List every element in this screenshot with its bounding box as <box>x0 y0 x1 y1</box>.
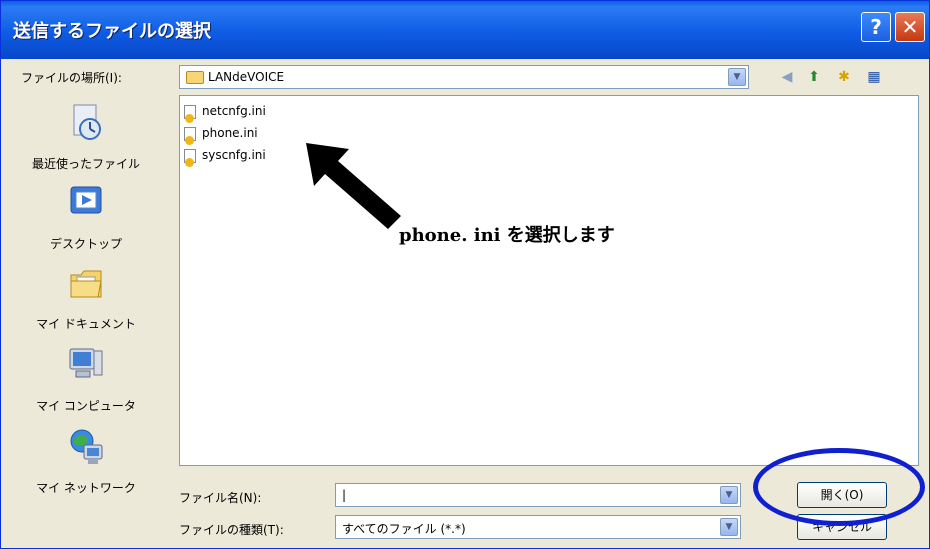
ini-file-icon <box>184 149 196 167</box>
chevron-down-icon[interactable]: ▼ <box>720 518 738 536</box>
new-folder-icon[interactable]: ✱ <box>834 68 854 86</box>
chevron-down-icon[interactable]: ▼ <box>720 486 738 504</box>
places-bar: 最近使ったファイル デスクトップ マイ ドキュメント マイ コンピュータ マイ … <box>1 93 171 548</box>
place-label: 最近使ったファイル <box>31 157 140 171</box>
file-name-value: | <box>342 488 347 502</box>
my-computer-icon <box>69 348 103 378</box>
file-open-dialog: 送信するファイルの選択 ? ✕ ファイルの場所(I): LANdeVOICE ▼… <box>0 0 930 549</box>
ini-file-icon <box>184 127 196 145</box>
chevron-down-icon[interactable]: ▼ <box>728 68 746 86</box>
dialog-title: 送信するファイルの選択 <box>13 21 211 42</box>
file-list[interactable]: netcnfg.ini phone.ini syscnfg.ini <box>179 95 919 466</box>
title-bar[interactable]: 送信するファイルの選択 ? ✕ <box>1 1 929 59</box>
back-icon[interactable]: ◀ <box>777 68 797 86</box>
place-my-computer[interactable]: マイ コンピュータ <box>1 345 171 425</box>
views-menu-icon[interactable]: ▦ <box>864 68 884 86</box>
file-type-value: すべてのファイル (*.*) <box>342 522 466 536</box>
up-folder-icon[interactable]: ⬆ <box>804 68 824 86</box>
file-name-input[interactable]: | ▼ <box>335 483 741 507</box>
file-name-label: ファイル名(N): <box>179 491 262 505</box>
close-button[interactable]: ✕ <box>895 12 925 42</box>
annotation-circle <box>753 448 925 526</box>
place-label: デスクトップ <box>49 237 122 251</box>
file-type-select[interactable]: すべてのファイル (*.*) ▼ <box>335 515 741 539</box>
place-label: マイ ネットワーク <box>36 481 136 495</box>
file-name: phone.ini <box>202 126 258 140</box>
file-type-label: ファイルの種類(T): <box>179 523 284 537</box>
look-in-row: ファイルの場所(I): LANdeVOICE ▼ ◀ ⬆ ✱ ▦ <box>1 59 929 93</box>
place-label: マイ ドキュメント <box>36 317 136 331</box>
file-name: syscnfg.ini <box>202 148 266 162</box>
look-in-value: LANdeVOICE <box>208 70 285 84</box>
annotation-text: phone. ini を選択します <box>399 225 615 246</box>
my-documents-icon <box>70 270 102 298</box>
ini-file-icon <box>184 105 196 123</box>
place-recent[interactable]: 最近使ったファイル <box>1 103 171 183</box>
folder-icon <box>186 71 204 84</box>
place-my-network[interactable]: マイ ネットワーク <box>1 427 171 507</box>
desktop-icon <box>70 186 102 214</box>
my-network-icon <box>70 429 103 464</box>
place-my-documents[interactable]: マイ ドキュメント <box>1 263 171 343</box>
help-button[interactable]: ? <box>861 12 891 42</box>
recent-files-icon <box>73 104 101 140</box>
look-in-label: ファイルの場所(I): <box>21 71 122 85</box>
place-desktop[interactable]: デスクトップ <box>1 183 171 263</box>
look-in-combo[interactable]: LANdeVOICE ▼ <box>179 65 749 89</box>
place-label: マイ コンピュータ <box>36 399 136 413</box>
annotation-arrow-icon <box>306 143 401 229</box>
file-name: netcnfg.ini <box>202 104 266 118</box>
